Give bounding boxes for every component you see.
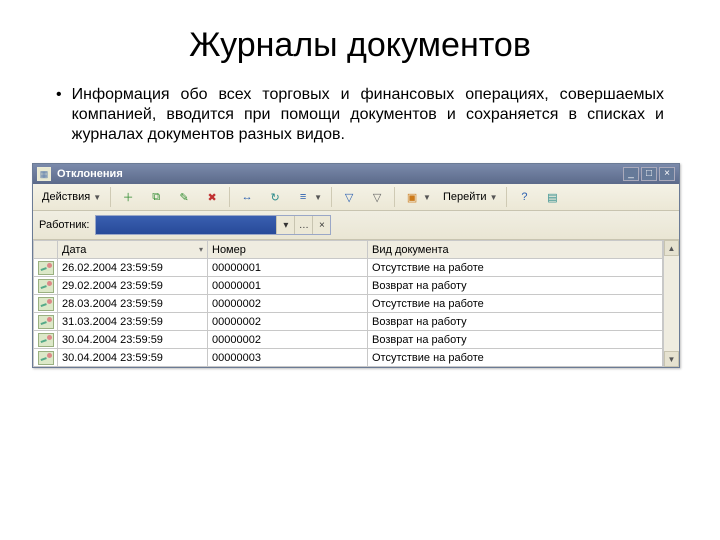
cell-number: 00000003 bbox=[208, 349, 368, 367]
worker-clear-button[interactable]: × bbox=[312, 216, 330, 234]
table-row[interactable]: 28.03.2004 23:59:5900000002Отсутствие на… bbox=[34, 295, 663, 313]
cell-date: 26.02.2004 23:59:59 bbox=[58, 259, 208, 277]
titlebar[interactable]: ▦ Отклонения _ □ × bbox=[33, 164, 679, 184]
col-header-number[interactable]: Номер bbox=[208, 241, 368, 259]
cell-number: 00000001 bbox=[208, 259, 368, 277]
cell-doctype: Отсутствие на работе bbox=[368, 295, 663, 313]
row-status-icon bbox=[34, 313, 58, 331]
filter-icon: ≡ bbox=[295, 189, 311, 205]
row-status-icon bbox=[34, 277, 58, 295]
cell-doctype: Отсутствие на работе bbox=[368, 259, 663, 277]
table-row[interactable]: 30.04.2004 23:59:5900000003Отсутствие на… bbox=[34, 349, 663, 367]
vertical-scrollbar[interactable]: ▲ ▼ bbox=[663, 240, 679, 367]
close-button[interactable]: × bbox=[659, 167, 675, 181]
filter-button[interactable]: ≡ ▼ bbox=[290, 186, 327, 208]
funnel-set-button[interactable]: ▽ bbox=[336, 186, 362, 208]
window-icon: ▦ bbox=[37, 167, 51, 181]
refresh-button[interactable]: ↻ bbox=[262, 186, 288, 208]
cell-date: 29.02.2004 23:59:59 bbox=[58, 277, 208, 295]
report-icon: ▤ bbox=[544, 189, 560, 205]
copy-icon: ⧉ bbox=[148, 189, 164, 205]
refresh-icon: ↻ bbox=[267, 189, 283, 205]
help-icon: ? bbox=[516, 189, 532, 205]
worker-dropdown-button[interactable]: ▾ bbox=[276, 216, 294, 234]
export-icon: ▣ bbox=[404, 189, 420, 205]
edit-icon: ✎ bbox=[176, 189, 192, 205]
delete-button[interactable]: ✖ bbox=[199, 186, 225, 208]
col-header-icon[interactable] bbox=[34, 241, 58, 259]
col-header-date[interactable]: Дата ▾ bbox=[58, 241, 208, 259]
report-button[interactable]: ▤ bbox=[539, 186, 565, 208]
table-row[interactable]: 26.02.2004 23:59:5900000001Отсутствие на… bbox=[34, 259, 663, 277]
toolbar: Действия ▼ ＋ ⧉ ✎ ✖ ↔ ↻ ≡ ▼ ▽ ▽ ▣▼ Перейт… bbox=[33, 184, 679, 211]
filter-bar: Работник: ▾ … × bbox=[33, 211, 679, 240]
delete-icon: ✖ bbox=[204, 189, 220, 205]
separator bbox=[229, 187, 230, 207]
cell-doctype: Возврат на работу bbox=[368, 313, 663, 331]
slide-title: Журналы документов bbox=[56, 26, 664, 65]
cell-number: 00000002 bbox=[208, 295, 368, 313]
separator bbox=[394, 187, 395, 207]
row-status-icon bbox=[34, 349, 58, 367]
table-row[interactable]: 29.02.2004 23:59:5900000001Возврат на ра… bbox=[34, 277, 663, 295]
separator bbox=[331, 187, 332, 207]
cell-date: 30.04.2004 23:59:59 bbox=[58, 349, 208, 367]
range-button[interactable]: ↔ bbox=[234, 186, 260, 208]
col-header-doctype[interactable]: Вид документа bbox=[368, 241, 663, 259]
bullet-dot: • bbox=[56, 85, 62, 145]
funnel-icon: ▽ bbox=[341, 189, 357, 205]
cell-doctype: Возврат на работу bbox=[368, 277, 663, 295]
row-status-icon bbox=[34, 295, 58, 313]
actions-menu-button[interactable]: Действия ▼ bbox=[37, 186, 106, 208]
worker-value[interactable] bbox=[96, 216, 276, 234]
scroll-down-button[interactable]: ▼ bbox=[664, 351, 679, 367]
worker-label: Работник: bbox=[39, 219, 89, 231]
chevron-down-icon: ▼ bbox=[423, 193, 431, 202]
row-status-icon bbox=[34, 331, 58, 349]
cell-doctype: Возврат на работу bbox=[368, 331, 663, 349]
add-icon: ＋ bbox=[120, 189, 136, 205]
cell-doctype: Отсутствие на работе bbox=[368, 349, 663, 367]
chevron-down-icon: ▼ bbox=[93, 193, 101, 202]
minimize-button[interactable]: _ bbox=[623, 167, 639, 181]
range-icon: ↔ bbox=[239, 189, 255, 205]
documents-grid[interactable]: Дата ▾ Номер Вид документа 26.02.2004 23… bbox=[33, 240, 663, 367]
window-title: Отклонения bbox=[57, 168, 617, 180]
worker-combo[interactable]: ▾ … × bbox=[95, 215, 331, 235]
goto-menu-button[interactable]: Перейти ▼ bbox=[438, 186, 503, 208]
chevron-down-icon: ▼ bbox=[490, 193, 498, 202]
separator bbox=[110, 187, 111, 207]
cell-date: 30.04.2004 23:59:59 bbox=[58, 331, 208, 349]
export-button[interactable]: ▣▼ bbox=[399, 186, 436, 208]
cell-number: 00000002 bbox=[208, 331, 368, 349]
separator bbox=[506, 187, 507, 207]
row-status-icon bbox=[34, 259, 58, 277]
cell-date: 28.03.2004 23:59:59 bbox=[58, 295, 208, 313]
cell-number: 00000001 bbox=[208, 277, 368, 295]
cell-number: 00000002 bbox=[208, 313, 368, 331]
copy-button[interactable]: ⧉ bbox=[143, 186, 169, 208]
funnel-off-icon: ▽ bbox=[369, 189, 385, 205]
worker-pick-button[interactable]: … bbox=[294, 216, 312, 234]
bullet-text: Информация обо всех торговых и финансовы… bbox=[72, 85, 664, 145]
scroll-track[interactable] bbox=[664, 256, 679, 351]
scroll-up-button[interactable]: ▲ bbox=[664, 240, 679, 256]
add-button[interactable]: ＋ bbox=[115, 186, 141, 208]
maximize-button[interactable]: □ bbox=[641, 167, 657, 181]
table-row[interactable]: 30.04.2004 23:59:5900000002Возврат на ра… bbox=[34, 331, 663, 349]
chevron-down-icon: ▼ bbox=[314, 193, 322, 202]
sort-indicator-icon: ▾ bbox=[199, 245, 203, 254]
cell-date: 31.03.2004 23:59:59 bbox=[58, 313, 208, 331]
journal-window: ▦ Отклонения _ □ × Действия ▼ ＋ ⧉ ✎ ✖ ↔ … bbox=[32, 163, 680, 368]
table-row[interactable]: 31.03.2004 23:59:5900000002Возврат на ра… bbox=[34, 313, 663, 331]
edit-button[interactable]: ✎ bbox=[171, 186, 197, 208]
help-button[interactable]: ? bbox=[511, 186, 537, 208]
funnel-clear-button[interactable]: ▽ bbox=[364, 186, 390, 208]
